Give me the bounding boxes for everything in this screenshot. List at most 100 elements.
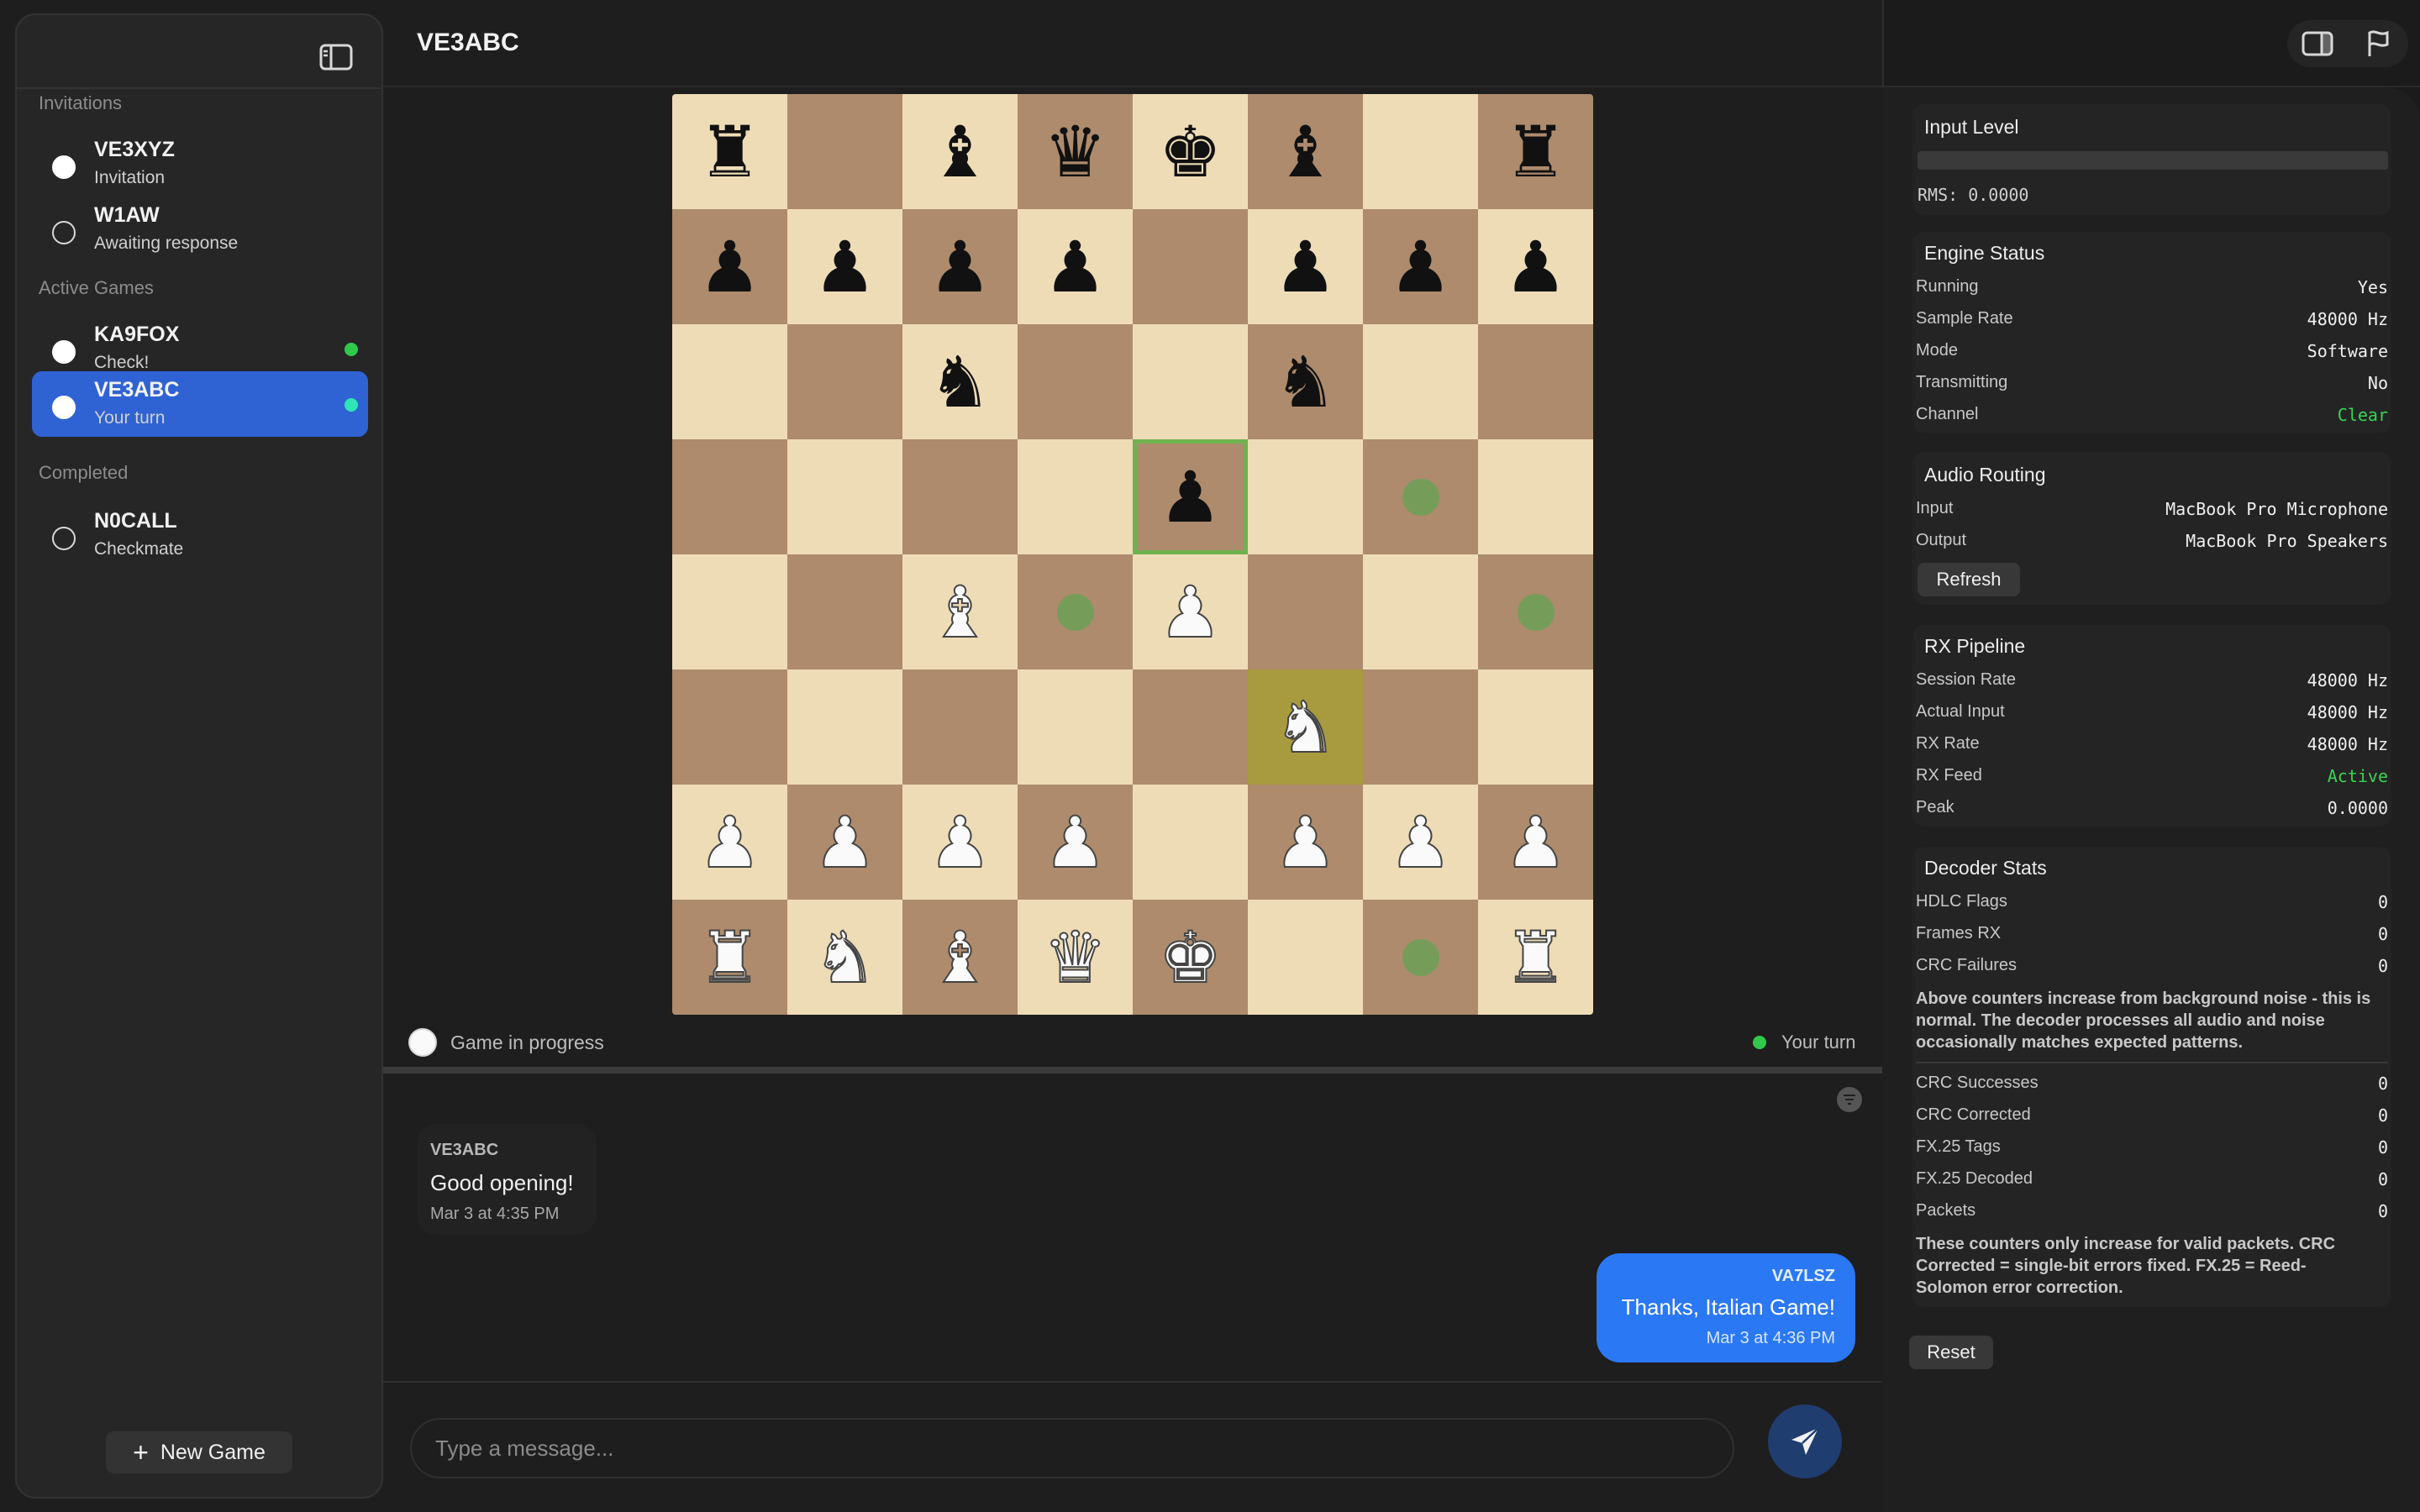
message-input[interactable] (410, 1418, 1734, 1478)
square-d2[interactable]: ♟ (1018, 785, 1133, 900)
white-knight-piece[interactable]: ♞ (1273, 691, 1338, 764)
black-pawn-piece[interactable]: ♟ (1159, 462, 1222, 533)
square-c2[interactable]: ♟ (902, 785, 1018, 900)
square-h7[interactable]: ♟ (1478, 209, 1593, 324)
square-d5[interactable] (1018, 439, 1133, 554)
square-a1[interactable]: ♜ (672, 900, 787, 1015)
refresh-button[interactable]: Refresh (1918, 563, 2020, 596)
game-radio[interactable] (52, 340, 76, 364)
game-radio[interactable] (52, 527, 76, 550)
square-g8[interactable] (1363, 94, 1478, 209)
square-f3[interactable]: ♞ (1248, 669, 1363, 785)
white-pawn-piece[interactable]: ♟ (1043, 806, 1107, 879)
square-d1[interactable]: ♛ (1018, 900, 1133, 1015)
square-b1[interactable]: ♞ (787, 900, 902, 1015)
square-e6[interactable] (1133, 324, 1248, 439)
square-h6[interactable] (1478, 324, 1593, 439)
square-e5[interactable]: ♟ (1133, 439, 1248, 554)
square-f6[interactable]: ♞ (1248, 324, 1363, 439)
square-e7[interactable] (1133, 209, 1248, 324)
square-b6[interactable] (787, 324, 902, 439)
square-e3[interactable] (1133, 669, 1248, 785)
square-b2[interactable]: ♟ (787, 785, 902, 900)
white-pawn-piece[interactable]: ♟ (928, 806, 992, 879)
black-queen-piece[interactable]: ♛ (1044, 117, 1107, 187)
white-bishop-piece[interactable]: ♝ (928, 576, 992, 648)
white-bishop-piece[interactable]: ♝ (928, 921, 992, 994)
square-a3[interactable] (672, 669, 787, 785)
square-a7[interactable]: ♟ (672, 209, 787, 324)
white-king-piece[interactable]: ♚ (1158, 921, 1223, 994)
black-rook-piece[interactable]: ♜ (698, 117, 761, 187)
move-hint-dot[interactable] (1517, 593, 1555, 631)
square-e1[interactable]: ♚ (1133, 900, 1248, 1015)
black-pawn-piece[interactable]: ♟ (698, 232, 761, 302)
square-f4[interactable] (1248, 554, 1363, 669)
new-game-button[interactable]: + New Game (106, 1431, 292, 1473)
square-h5[interactable] (1478, 439, 1593, 554)
black-pawn-piece[interactable]: ♟ (1274, 232, 1337, 302)
chess-board[interactable]: ♜ ♝ ♛ ♚ ♝ ♜ ♟ ♟ ♟ ♟ ♟ ♟ ♟ ♞ ♞ ♟ ♝ ♟ ♞ ♟ ♟ ♟ ♟ ♟ ♟ ♟ ♜ ♞ ♝ ♛ ♚ ♜ (672, 94, 1593, 1015)
square-b5[interactable] (787, 439, 902, 554)
square-g6[interactable] (1363, 324, 1478, 439)
black-knight-piece[interactable]: ♞ (929, 347, 992, 417)
square-b8[interactable] (787, 94, 902, 209)
square-g7[interactable]: ♟ (1363, 209, 1478, 324)
move-hint-dot[interactable] (1056, 593, 1094, 631)
square-h2[interactable]: ♟ (1478, 785, 1593, 900)
square-d6[interactable] (1018, 324, 1133, 439)
square-d3[interactable] (1018, 669, 1133, 785)
game-item-ve3abc[interactable]: VE3ABC Your turn (32, 371, 368, 437)
send-button[interactable] (1768, 1404, 1842, 1478)
square-c3[interactable] (902, 669, 1018, 785)
square-a2[interactable]: ♟ (672, 785, 787, 900)
game-radio[interactable] (52, 221, 76, 244)
reset-button[interactable]: Reset (1909, 1336, 1993, 1369)
move-hint-dot[interactable] (1402, 938, 1439, 976)
black-knight-piece[interactable]: ♞ (1274, 347, 1337, 417)
square-c4[interactable]: ♝ (902, 554, 1018, 669)
square-f8[interactable]: ♝ (1248, 94, 1363, 209)
game-item-ve3xyz[interactable]: VE3XYZ Invitation (32, 131, 368, 197)
square-h1[interactable]: ♜ (1478, 900, 1593, 1015)
square-c7[interactable]: ♟ (902, 209, 1018, 324)
square-g2[interactable]: ♟ (1363, 785, 1478, 900)
square-c5[interactable] (902, 439, 1018, 554)
square-a5[interactable] (672, 439, 787, 554)
game-radio[interactable] (52, 155, 76, 179)
move-hint-dot[interactable] (1402, 478, 1439, 516)
square-e4[interactable]: ♟ (1133, 554, 1248, 669)
white-pawn-piece[interactable]: ♟ (813, 806, 877, 879)
black-pawn-piece[interactable]: ♟ (1389, 232, 1452, 302)
square-g3[interactable] (1363, 669, 1478, 785)
sidebar-toggle-button[interactable] (309, 30, 363, 84)
game-item-w1aw[interactable]: W1AW Awaiting response (32, 197, 368, 262)
square-f2[interactable]: ♟ (1248, 785, 1363, 900)
white-knight-piece[interactable]: ♞ (813, 921, 877, 994)
square-f1[interactable] (1248, 900, 1363, 1015)
square-d8[interactable]: ♛ (1018, 94, 1133, 209)
square-e2[interactable] (1133, 785, 1248, 900)
square-b4[interactable] (787, 554, 902, 669)
square-g5[interactable] (1363, 439, 1478, 554)
square-e8[interactable]: ♚ (1133, 94, 1248, 209)
chat-divider[interactable] (383, 1067, 1882, 1074)
square-a8[interactable]: ♜ (672, 94, 787, 209)
black-bishop-piece[interactable]: ♝ (1274, 117, 1337, 187)
square-h3[interactable] (1478, 669, 1593, 785)
square-c8[interactable]: ♝ (902, 94, 1018, 209)
black-king-piece[interactable]: ♚ (1159, 117, 1222, 187)
square-h8[interactable]: ♜ (1478, 94, 1593, 209)
square-d7[interactable]: ♟ (1018, 209, 1133, 324)
square-a6[interactable] (672, 324, 787, 439)
white-pawn-piece[interactable]: ♟ (1388, 806, 1453, 879)
black-pawn-piece[interactable]: ♟ (813, 232, 876, 302)
resign-button[interactable] (2357, 23, 2399, 65)
white-rook-piece[interactable]: ♜ (1503, 921, 1568, 994)
square-d4[interactable] (1018, 554, 1133, 669)
square-c6[interactable]: ♞ (902, 324, 1018, 439)
white-queen-piece[interactable]: ♛ (1043, 921, 1107, 994)
white-pawn-piece[interactable]: ♟ (1273, 806, 1338, 879)
black-pawn-piece[interactable]: ♟ (929, 232, 992, 302)
game-item-n0call[interactable]: N0CALL Checkmate (32, 502, 368, 568)
